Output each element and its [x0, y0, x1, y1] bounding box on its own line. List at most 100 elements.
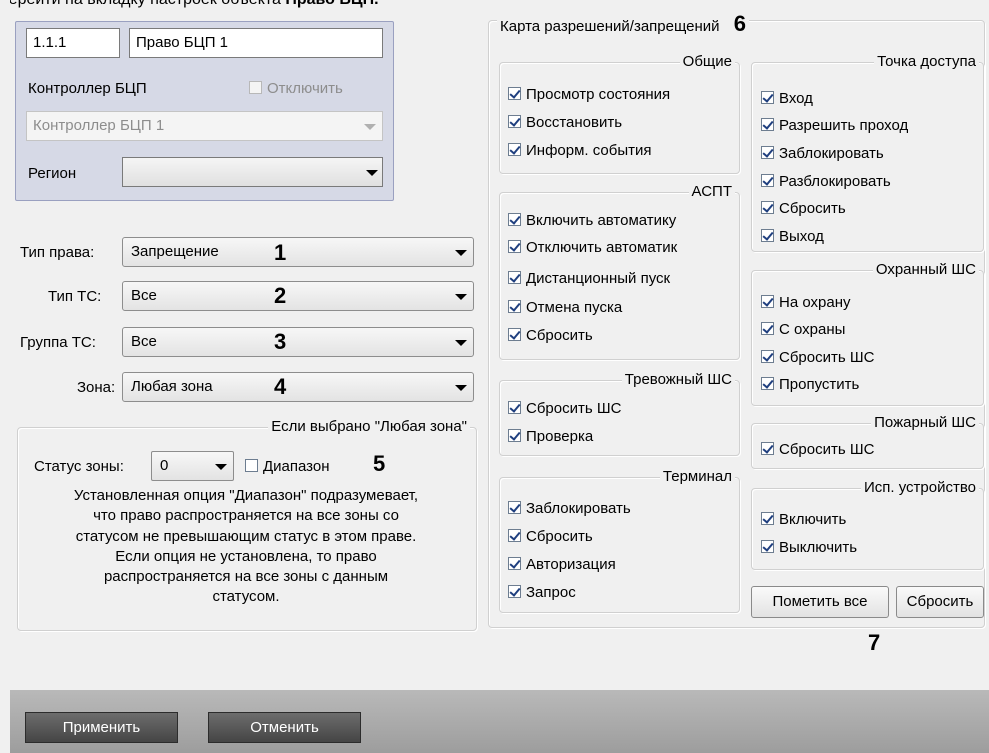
footer-bar: Применить Отменить — [10, 690, 989, 753]
cb-label: Заблокировать — [526, 500, 631, 517]
checkbox-icon[interactable] — [761, 540, 774, 553]
checkbox-icon[interactable] — [508, 240, 521, 253]
cb-label: Выход — [779, 228, 824, 245]
range-checkbox[interactable]: Диапазон — [245, 458, 330, 475]
range-checkbox-box[interactable] — [245, 459, 258, 472]
cb-act-on[interactable]: Включить — [761, 511, 846, 528]
checkbox-icon[interactable] — [508, 87, 521, 100]
group-alarm-title: Тревожный ШС — [621, 371, 735, 388]
checkbox-icon[interactable] — [761, 442, 774, 455]
cb-ap-entry[interactable]: Вход — [761, 90, 813, 107]
checkbox-icon[interactable] — [761, 174, 774, 187]
cb-cancel-start[interactable]: Отмена пуска — [508, 299, 622, 316]
cb-label: Разрешить проход — [779, 117, 909, 134]
checkbox-icon[interactable] — [761, 229, 774, 242]
controller-select[interactable]: Контроллер БЦП 1 — [26, 111, 383, 141]
cb-ap-block[interactable]: Заблокировать — [761, 145, 884, 162]
marker-3: 3 — [274, 329, 287, 354]
checkbox-icon[interactable] — [508, 300, 521, 313]
right-type-select[interactable]: Запрещение — [122, 237, 474, 267]
cb-term-auth[interactable]: Авторизация — [508, 556, 616, 573]
controller-value: Контроллер БЦП 1 — [33, 117, 165, 134]
ts-group-value: Все — [131, 333, 157, 350]
object-name-field[interactable]: Право БЦП 1 — [129, 28, 383, 58]
cb-disable-auto[interactable]: Отключить автоматик — [508, 239, 677, 256]
marker-6: 6 — [733, 11, 746, 36]
cb-ap-allow[interactable]: Разрешить проход — [761, 117, 908, 134]
cb-aspt-reset[interactable]: Сбросить — [508, 327, 593, 344]
range-note-line: Установленная опция "Диапазон" подразуме… — [73, 487, 419, 504]
checkbox-icon[interactable] — [761, 512, 774, 525]
group-access-point-title: Точка доступа — [874, 53, 979, 70]
ts-type-select[interactable]: Все — [122, 281, 474, 311]
checkbox-icon[interactable] — [761, 377, 774, 390]
checkbox-icon[interactable] — [761, 118, 774, 131]
checkbox-icon[interactable] — [761, 295, 774, 308]
checkbox-icon[interactable] — [761, 146, 774, 159]
checkbox-icon[interactable] — [508, 115, 521, 128]
cb-alarm-check[interactable]: Проверка — [508, 428, 593, 445]
reset-all-button[interactable]: Сбросить — [896, 586, 984, 618]
mark-all-button[interactable]: Пометить все — [751, 586, 889, 618]
cb-remote-start[interactable]: Дистанционный пуск — [508, 270, 670, 287]
group-common-title: Общие — [679, 53, 735, 70]
apply-button[interactable]: Применить — [25, 712, 178, 743]
range-note-line: распространяется на все зоны с данным — [103, 568, 389, 586]
checkbox-icon[interactable] — [508, 143, 521, 156]
chevron-down-icon — [455, 250, 467, 256]
cb-fire-reset[interactable]: Сбросить ШС — [761, 441, 874, 458]
zone-status-select[interactable]: 0 — [151, 451, 234, 481]
cb-sec-skip[interactable]: Пропустить — [761, 376, 859, 393]
checkbox-icon[interactable] — [761, 322, 774, 335]
cb-alarm-reset[interactable]: Сбросить ШС — [508, 400, 621, 417]
checkbox-icon[interactable] — [508, 328, 521, 341]
zone-value: Любая зона — [131, 378, 213, 395]
region-select[interactable] — [122, 157, 383, 187]
cb-label: Сбросить — [526, 327, 593, 344]
zone-select[interactable]: Любая зона — [122, 372, 474, 402]
range-note-line: что право распространяется на все зоны с… — [93, 507, 399, 525]
cb-label: Отмена пуска — [526, 299, 623, 316]
cb-enable-auto[interactable]: Включить автоматику — [508, 212, 676, 229]
checkbox-icon[interactable] — [508, 213, 521, 226]
checkbox-icon[interactable] — [508, 401, 521, 414]
checkbox-icon[interactable] — [761, 91, 774, 104]
chevron-down-icon — [455, 385, 467, 391]
cb-ap-reset[interactable]: Сбросить — [761, 200, 846, 217]
group-fire-title: Пожарный ШС — [871, 414, 979, 431]
cb-restore[interactable]: Восстановить — [508, 114, 622, 131]
cancel-button[interactable]: Отменить — [208, 712, 361, 743]
chevron-down-icon — [366, 170, 378, 176]
checkbox-icon[interactable] — [508, 557, 521, 570]
object-number-field[interactable]: 1.1.1 — [26, 28, 120, 58]
cb-sec-arm[interactable]: На охрану — [761, 294, 850, 311]
cb-sec-disarm[interactable]: С охраны — [761, 321, 845, 338]
cb-ap-unblock[interactable]: Разблокировать — [761, 173, 891, 190]
cb-view-state[interactable]: Просмотр состояния — [508, 86, 670, 103]
cb-label: На охрану — [779, 294, 851, 311]
checkbox-icon[interactable] — [508, 501, 521, 514]
cb-label: Выключить — [779, 539, 858, 556]
cb-label: Сбросить — [779, 200, 846, 217]
disable-checkbox[interactable]: Отключить — [249, 80, 343, 97]
disable-checkbox-box[interactable] — [249, 81, 262, 94]
checkbox-icon[interactable] — [508, 429, 521, 442]
cb-ap-exit[interactable]: Выход — [761, 228, 824, 245]
checkbox-icon[interactable] — [761, 350, 774, 363]
cb-label: Пропустить — [779, 376, 860, 393]
checkbox-icon[interactable] — [761, 201, 774, 214]
cb-term-request[interactable]: Запрос — [508, 584, 576, 601]
cb-term-reset[interactable]: Сбросить — [508, 528, 593, 545]
zone-status-value: 0 — [160, 457, 169, 474]
cb-sec-reset[interactable]: Сбросить ШС — [761, 349, 874, 366]
checkbox-icon[interactable] — [508, 271, 521, 284]
range-note-line: статусом. — [212, 588, 280, 606]
cb-info-events[interactable]: Информ. события — [508, 142, 652, 159]
ts-group-select[interactable]: Все — [122, 327, 474, 357]
checkbox-icon[interactable] — [508, 529, 521, 542]
cb-act-off[interactable]: Выключить — [761, 539, 857, 556]
group-aspt-title: АСПТ — [688, 183, 735, 200]
marker-5: 5 — [373, 451, 386, 476]
cb-term-block[interactable]: Заблокировать — [508, 500, 631, 517]
checkbox-icon[interactable] — [508, 585, 521, 598]
